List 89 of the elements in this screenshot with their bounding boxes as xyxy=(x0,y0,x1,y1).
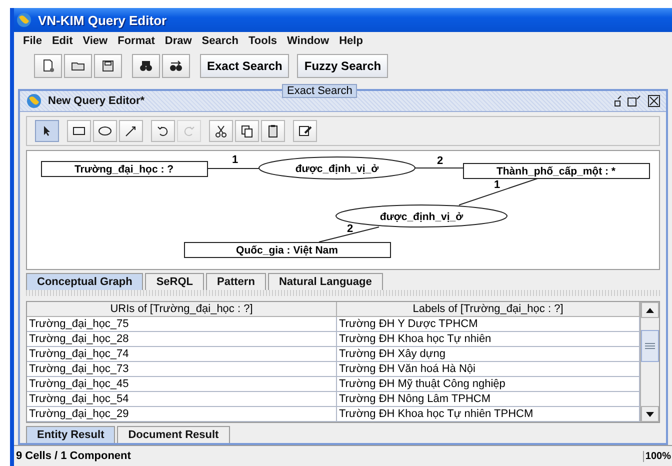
ellipse-icon xyxy=(98,124,112,138)
scroll-thumb[interactable] xyxy=(641,330,659,362)
tool-button[interactable] xyxy=(93,120,117,142)
down-arrow-icon xyxy=(646,412,654,416)
table-cell: Trường ĐH Nông Lâm TPHCM xyxy=(337,392,640,407)
edge-label: 1 xyxy=(494,179,500,191)
menu-item[interactable]: Edit xyxy=(48,35,80,47)
tool-button[interactable] xyxy=(235,120,259,142)
relation-node[interactable] xyxy=(258,156,416,180)
toolbar-button[interactable] xyxy=(64,54,92,78)
column-header[interactable]: Labels of [Trường_đại_học : ?] xyxy=(337,302,640,317)
scissors-icon xyxy=(214,124,228,138)
table-cell: Trường ĐH Mỹ thuật Công nghiệp xyxy=(337,377,640,392)
tool-button[interactable] xyxy=(261,120,285,142)
node-label: Trường_đại_học : ? xyxy=(74,164,174,176)
table-cell: Trường_đại_học_75 xyxy=(27,317,337,332)
tooltip: Exact Search xyxy=(282,84,358,98)
table-cell: Trường_đại_học_28 xyxy=(27,332,337,347)
search-button[interactable]: Fuzzy Search xyxy=(297,54,388,78)
toolbar-button[interactable] xyxy=(94,54,122,78)
binoculars-arrow-icon xyxy=(169,59,183,73)
toolbar-button[interactable] xyxy=(132,54,160,78)
menu-item[interactable]: File xyxy=(20,35,49,47)
scroll-up-button[interactable] xyxy=(641,302,659,318)
new-document-icon xyxy=(41,59,55,73)
tool-button[interactable] xyxy=(209,120,233,142)
query-tab[interactable]: Natural Language xyxy=(268,273,383,290)
redo-icon xyxy=(182,124,196,138)
edge-label: 2 xyxy=(347,223,354,235)
result-tab[interactable]: Document Result xyxy=(117,426,230,443)
menu-item[interactable]: Tools xyxy=(246,35,284,47)
menu-item[interactable]: Window xyxy=(284,35,336,47)
table-cell: Trường ĐH Khoa học Tự nhiên xyxy=(337,332,640,347)
up-arrow-icon xyxy=(646,308,654,312)
query-tab[interactable]: SeRQL xyxy=(145,273,204,290)
globe-icon xyxy=(26,93,42,109)
copy-icon xyxy=(240,124,254,138)
node-label: được_định_vị_ở xyxy=(295,163,379,175)
edge-line xyxy=(206,168,260,169)
node-label: Quốc_gia : Việt Nam xyxy=(236,244,338,256)
edge-label: 1 xyxy=(232,154,238,166)
menu-item[interactable]: Search xyxy=(198,35,246,47)
result-tab[interactable]: Entity Result xyxy=(26,426,116,443)
window-controls-icon[interactable] xyxy=(614,95,642,107)
edit-icon xyxy=(298,124,312,138)
node-label: được_định_vị_ở xyxy=(380,211,464,223)
rectangle-icon xyxy=(72,124,86,138)
undo-icon xyxy=(156,124,170,138)
table-cell: Trường_đại_học_73 xyxy=(27,362,337,377)
table-cell: Trường_đại_học_54 xyxy=(27,392,337,407)
tool-button[interactable] xyxy=(293,120,317,142)
status-text: 9 Cells / 1 Component xyxy=(15,450,131,462)
table-cell: Trường_đại_học_74 xyxy=(27,347,337,362)
edge-label: 2 xyxy=(437,155,444,167)
window-title: VN-KIM Query Editor xyxy=(38,12,167,28)
concept-node[interactable] xyxy=(184,242,391,258)
scroll-down-button[interactable] xyxy=(641,406,659,422)
tool-button[interactable] xyxy=(35,120,59,142)
menu-item[interactable]: Help xyxy=(336,35,370,47)
tool-button[interactable] xyxy=(119,120,143,142)
frame-title: New Query Editor* xyxy=(48,95,145,107)
query-tab[interactable]: Pattern xyxy=(206,273,266,290)
tool-button[interactable] xyxy=(151,120,175,142)
table-cell: Trường ĐH Xây dựng xyxy=(337,347,640,362)
globe-icon xyxy=(16,12,32,28)
table-cell: Trường ĐH Văn hoá Hà Nội xyxy=(337,362,640,377)
connector-icon xyxy=(124,124,138,138)
toolbar-button[interactable] xyxy=(34,54,62,78)
table-cell: Trường_đại_học_29 xyxy=(27,407,337,422)
clipboard-icon xyxy=(266,124,280,138)
menu-item[interactable]: Draw xyxy=(162,35,199,47)
close-icon[interactable] xyxy=(648,95,660,107)
node-label: Thành_phố_cấp_một : * xyxy=(496,166,616,178)
table-cell: Trường ĐH Y Dược TPHCM xyxy=(337,317,640,332)
table-cell: Trường_đại_học_45 xyxy=(27,377,337,392)
concept-node[interactable] xyxy=(463,163,650,179)
toolbar-button[interactable] xyxy=(162,54,190,78)
concept-node[interactable] xyxy=(41,161,208,177)
binoculars-icon xyxy=(139,59,153,73)
menu-item[interactable]: View xyxy=(80,35,115,47)
scrollbar[interactable] xyxy=(640,302,659,422)
table-cell: Trường ĐH Khoa học Tự nhiên TPHCM xyxy=(337,407,640,422)
tool-button[interactable] xyxy=(67,120,91,142)
menu-item[interactable]: Format xyxy=(114,35,162,47)
search-button[interactable]: Exact Search xyxy=(200,54,290,78)
grip-icon xyxy=(645,343,655,349)
column-header[interactable]: URIs of [Trường_đại_học : ?] xyxy=(27,302,337,317)
query-tab[interactable]: Conceptual Graph xyxy=(26,273,144,290)
zoom-level: 100% xyxy=(643,450,672,462)
